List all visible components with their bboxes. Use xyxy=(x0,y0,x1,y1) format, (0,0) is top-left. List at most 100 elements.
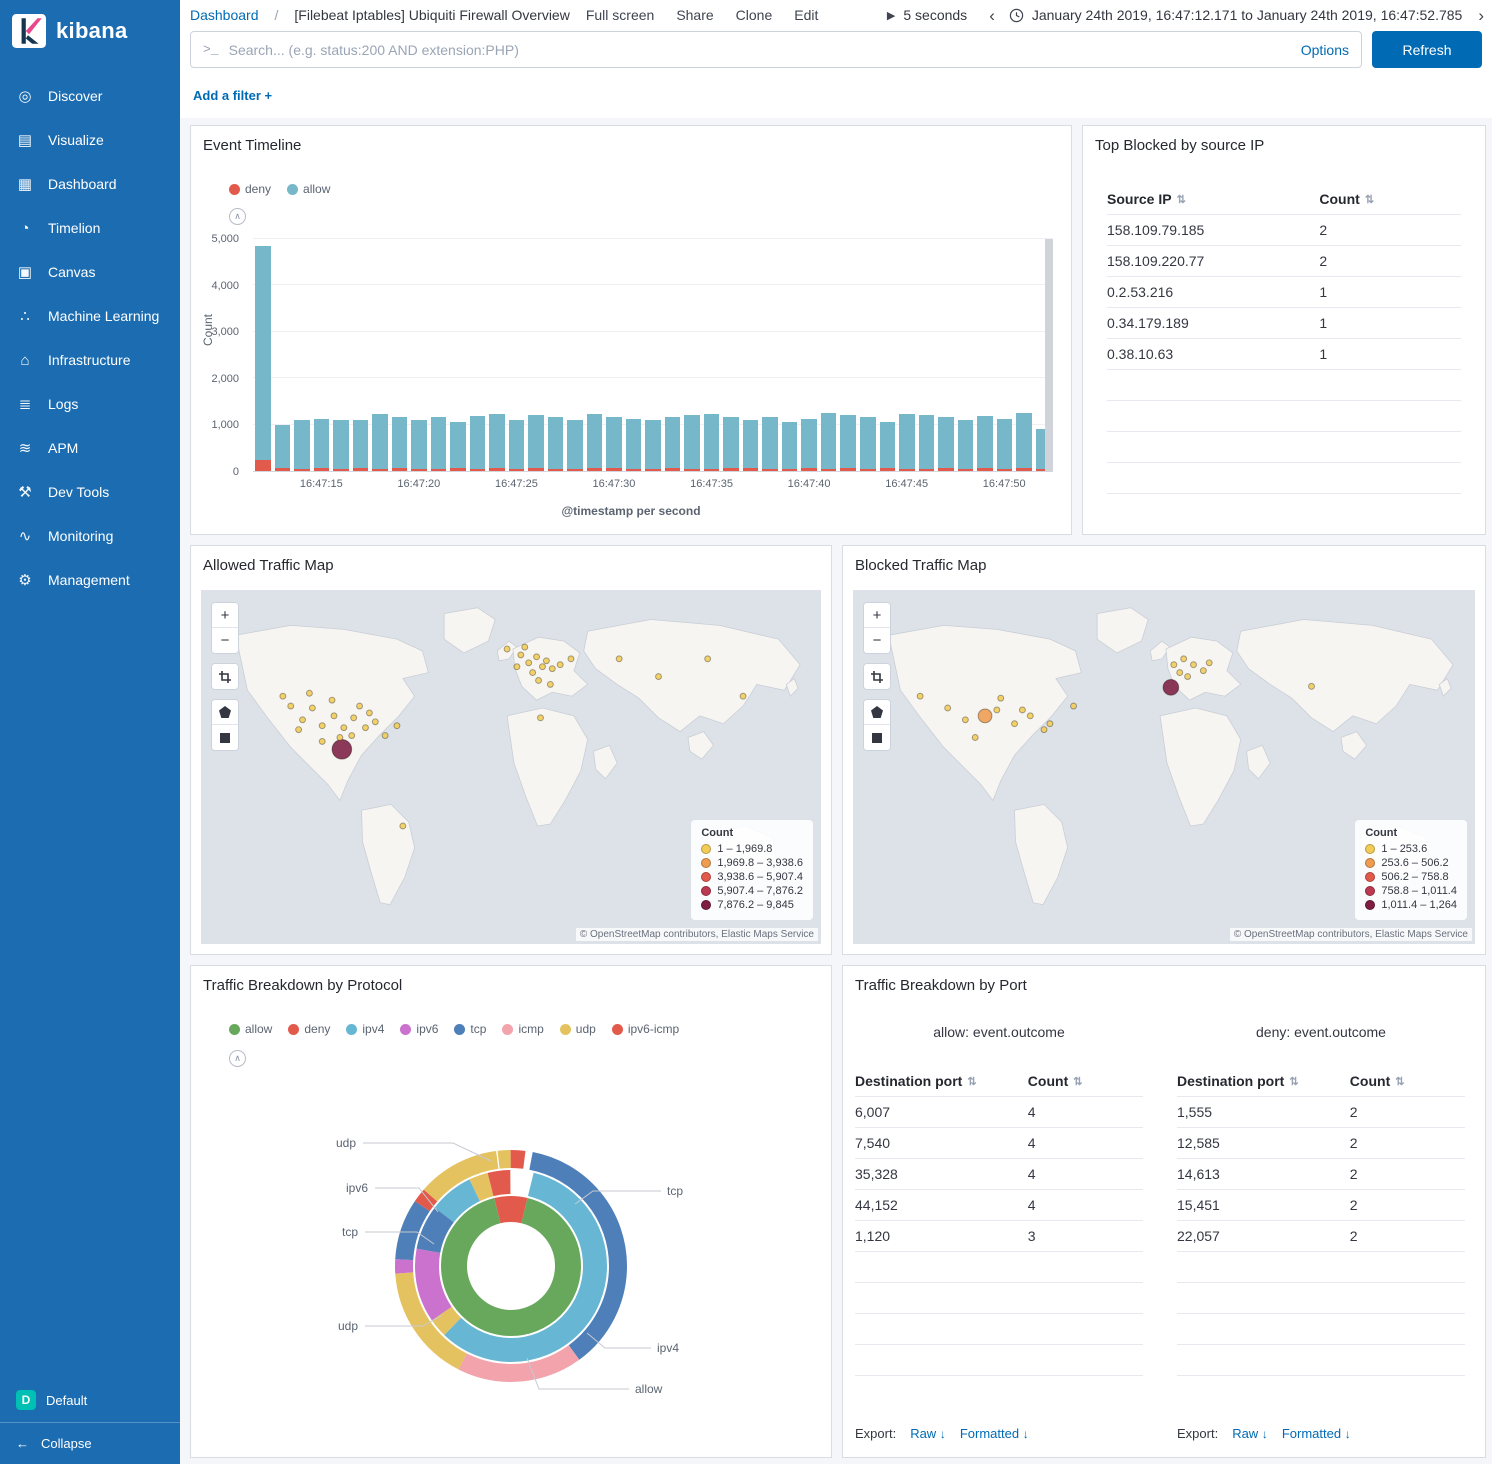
sidebar-item-dev-tools[interactable]: ⚒Dev Tools xyxy=(0,470,180,514)
map-dot[interactable] xyxy=(518,652,524,658)
map-dot[interactable] xyxy=(1191,662,1197,668)
timeline-bar[interactable] xyxy=(509,239,525,471)
export-raw-link[interactable]: Raw ↓ xyxy=(1232,1426,1268,1441)
map-dot[interactable] xyxy=(917,693,923,699)
draw-polygon-button[interactable] xyxy=(212,700,238,725)
legend-item-allow[interactable]: allow xyxy=(229,1022,272,1036)
timeline-bar[interactable] xyxy=(431,239,447,471)
sidebar-collapse-button[interactable]: ← Collapse xyxy=(0,1422,180,1464)
timeline-bar[interactable] xyxy=(626,239,642,471)
map-dot[interactable] xyxy=(549,666,555,672)
breadcrumb[interactable]: Dashboard xyxy=(190,7,259,23)
timeline-bar[interactable] xyxy=(372,239,388,471)
map-dot[interactable] xyxy=(1047,721,1053,727)
timeline-bar[interactable] xyxy=(1016,239,1032,471)
draw-polygon-button[interactable] xyxy=(864,700,890,725)
timeline-bar[interactable] xyxy=(255,239,271,471)
map-dot[interactable] xyxy=(945,705,951,711)
map-legend-item[interactable]: 758.8 – 1,011.4 xyxy=(1365,885,1457,897)
sidebar-item-timelion[interactable]: ◔Timelion xyxy=(0,206,180,250)
map-dot[interactable] xyxy=(534,654,540,660)
map-dot[interactable] xyxy=(530,670,536,676)
zoom-out-button[interactable]: − xyxy=(864,628,890,653)
sidebar-item-logs[interactable]: ≣Logs xyxy=(0,382,180,426)
map-legend-item[interactable]: 1,011.4 – 1,264 xyxy=(1365,899,1457,911)
map-dot[interactable] xyxy=(998,695,1004,701)
map-dot[interactable] xyxy=(978,709,992,723)
legend-item-icmp[interactable]: icmp xyxy=(502,1022,543,1036)
map-dot[interactable] xyxy=(1041,727,1047,733)
sidebar-item-discover[interactable]: ◎Discover xyxy=(0,74,180,118)
legend-item-deny[interactable]: deny xyxy=(229,182,271,196)
column-header-count[interactable]: Count⇅ xyxy=(1319,191,1461,207)
zoom-in-button[interactable]: + xyxy=(864,603,890,628)
timeline-bar[interactable] xyxy=(392,239,408,471)
legend-item-allow[interactable]: allow xyxy=(287,182,330,196)
map-dot[interactable] xyxy=(972,735,978,741)
map-dot[interactable] xyxy=(366,710,372,716)
map-dot[interactable] xyxy=(329,697,335,703)
play-icon[interactable]: ▶ xyxy=(887,9,895,22)
map-dot[interactable] xyxy=(962,717,968,723)
sidebar-item-monitoring[interactable]: ∿Monitoring xyxy=(0,514,180,558)
refresh-interval[interactable]: 5 seconds xyxy=(903,7,967,23)
menu-edit[interactable]: Edit xyxy=(794,7,818,23)
map-dot[interactable] xyxy=(280,693,286,699)
timeline-bar[interactable] xyxy=(294,239,310,471)
sidebar-item-management[interactable]: ⚙Management xyxy=(0,558,180,602)
add-filter-link[interactable]: Add a filter + xyxy=(193,88,272,103)
kibana-logo[interactable]: kibana xyxy=(0,0,180,58)
map-dot[interactable] xyxy=(300,717,306,723)
map-dot[interactable] xyxy=(351,715,357,721)
timeline-bar[interactable] xyxy=(353,239,369,471)
map-dot[interactable] xyxy=(543,658,549,664)
timeline-bar[interactable] xyxy=(587,239,603,471)
map-dot[interactable] xyxy=(547,681,553,687)
map-dot[interactable] xyxy=(319,723,325,729)
sunburst-segment-allow[interactable] xyxy=(454,1209,568,1323)
column-header-count[interactable]: Count⇅ xyxy=(1350,1073,1465,1089)
map-dot[interactable] xyxy=(382,733,388,739)
timeline-bar[interactable] xyxy=(489,239,505,471)
timeline-bar[interactable] xyxy=(450,239,466,471)
sidebar-item-apm[interactable]: ≋APM xyxy=(0,426,180,470)
legend-collapse-button[interactable]: ∧ xyxy=(229,1050,246,1067)
map-dot[interactable] xyxy=(306,690,312,696)
timeline-bar[interactable] xyxy=(548,239,564,471)
column-header-count[interactable]: Count⇅ xyxy=(1028,1073,1143,1089)
zoom-out-button[interactable]: − xyxy=(212,628,238,653)
column-header-source-ip[interactable]: Source IP⇅ xyxy=(1107,191,1319,207)
timeline-bar[interactable] xyxy=(723,239,739,471)
draw-rectangle-button[interactable] xyxy=(212,725,238,750)
search-input[interactable] xyxy=(229,42,1291,58)
legend-item-ipv6[interactable]: ipv6 xyxy=(400,1022,438,1036)
map-dot[interactable] xyxy=(538,715,544,721)
map-dot[interactable] xyxy=(337,735,343,741)
map-dot[interactable] xyxy=(1171,662,1177,668)
map-dot[interactable] xyxy=(349,733,355,739)
map-dot[interactable] xyxy=(1012,721,1018,727)
map-dot[interactable] xyxy=(1177,670,1183,676)
options-link[interactable]: Options xyxy=(1301,42,1349,58)
export-formatted-link[interactable]: Formatted ↓ xyxy=(960,1426,1029,1441)
timeline-bar[interactable] xyxy=(275,239,291,471)
export-formatted-link[interactable]: Formatted ↓ xyxy=(1282,1426,1351,1441)
legend-item-tcp[interactable]: tcp xyxy=(454,1022,486,1036)
map-dot[interactable] xyxy=(1181,656,1187,662)
timeline-brush-handle[interactable] xyxy=(1045,239,1053,471)
map-dot[interactable] xyxy=(504,646,510,652)
timeline-bar[interactable] xyxy=(528,239,544,471)
sidebar-item-dashboard[interactable]: ▦Dashboard xyxy=(0,162,180,206)
map-legend-item[interactable]: 5,907.4 – 7,876.2 xyxy=(701,885,803,897)
export-raw-link[interactable]: Raw ↓ xyxy=(910,1426,946,1441)
map-dot[interactable] xyxy=(1027,713,1033,719)
map-dot[interactable] xyxy=(1019,707,1025,713)
map-dot[interactable] xyxy=(540,664,546,670)
map-dot[interactable] xyxy=(740,693,746,699)
map-dot[interactable] xyxy=(536,678,542,684)
legend-item-udp[interactable]: udp xyxy=(560,1022,596,1036)
timeline-bar[interactable] xyxy=(840,239,856,471)
timeline-bar[interactable] xyxy=(411,239,427,471)
allowed-map-body[interactable]: + − Count xyxy=(201,590,821,944)
column-header-destination-port[interactable]: Destination port⇅ xyxy=(855,1073,1028,1089)
